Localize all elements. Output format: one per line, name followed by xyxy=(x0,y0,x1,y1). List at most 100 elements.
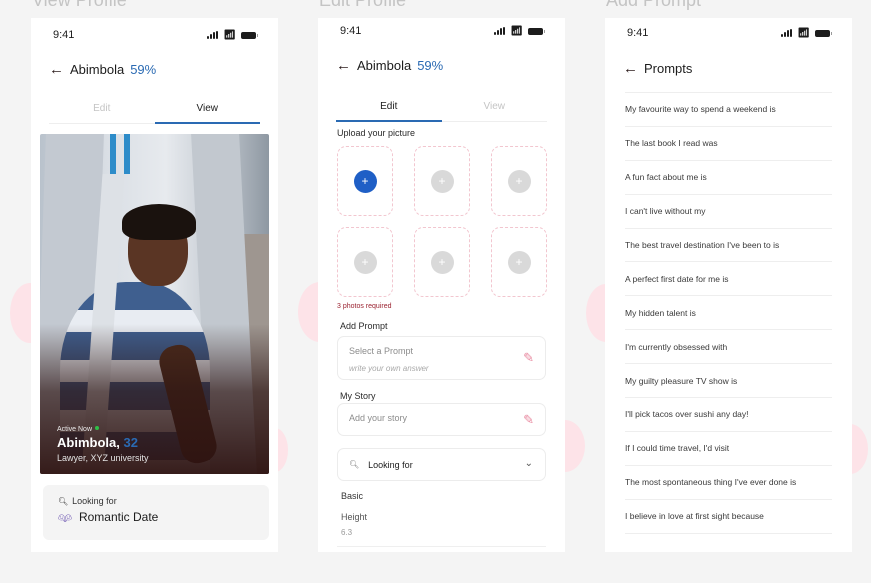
divider xyxy=(337,546,546,547)
tab-view[interactable]: View xyxy=(442,96,548,121)
photo-slot[interactable]: + xyxy=(414,146,470,216)
prompt-list-item[interactable]: I'm currently obsessed with xyxy=(625,330,832,365)
height-value[interactable]: 6.3 xyxy=(341,528,352,537)
edit-icon[interactable]: ✎ xyxy=(523,350,534,366)
prompt-placeholder: Select a Prompt xyxy=(349,346,414,356)
signal-icon xyxy=(781,29,793,37)
status-bar: 9:41 📶︎ xyxy=(53,28,258,42)
prompt-list-item[interactable]: A perfect first date for me is xyxy=(625,262,832,297)
status-time: 9:41 xyxy=(53,29,75,41)
wifi-icon: 📶︎ xyxy=(510,25,523,37)
signal-icon xyxy=(207,31,219,39)
search-icon: 🔍︎ xyxy=(58,496,69,506)
age: 32 xyxy=(123,435,138,450)
profile-completion: 59% xyxy=(130,62,157,77)
height-label: Height xyxy=(341,512,368,522)
add-photo-button[interactable]: + xyxy=(430,250,454,274)
tab-edit[interactable]: Edit xyxy=(49,98,155,123)
add-photo-button[interactable]: + xyxy=(353,250,377,274)
answer-placeholder: write your own answer xyxy=(349,364,429,373)
photo-slot[interactable]: + xyxy=(337,227,393,297)
online-indicator-icon xyxy=(95,425,100,430)
search-icon: 🔍︎ xyxy=(349,460,360,469)
wifi-icon: 📶︎ xyxy=(797,27,810,39)
prompt-list-item[interactable]: My hidden talent is xyxy=(625,296,832,331)
prompt-field[interactable]: Select a Prompt write your own answer ✎ xyxy=(337,336,546,380)
tab-edit[interactable]: Edit xyxy=(336,96,442,122)
view-profile-screen: 9:41 📶︎ ← Abimbola 59% Edit View Active … xyxy=(31,18,278,552)
upload-picture-label: Upload your picture xyxy=(337,128,416,138)
status-bar: 9:41 📶︎ xyxy=(340,24,545,38)
photo-slot[interactable]: + xyxy=(414,227,470,297)
profile-name: Abimbola xyxy=(70,62,125,77)
status-bar: 9:41 📶︎ xyxy=(627,26,832,40)
chevron-down-icon: ⌄ xyxy=(524,458,533,469)
prompt-list-item[interactable]: If I could time travel, I'd visit xyxy=(625,432,832,466)
profile-tabs: Edit View xyxy=(336,96,547,122)
looking-for-placeholder: Looking for xyxy=(368,459,413,470)
add-photo-button[interactable]: + xyxy=(430,169,454,193)
prompt-list-item[interactable]: The best travel destination I've been to… xyxy=(625,229,832,263)
back-arrow-icon[interactable]: ← xyxy=(623,61,638,76)
profile-header: ← Abimbola 59% xyxy=(49,62,156,77)
battery-icon xyxy=(528,27,545,35)
profile-header: ← Abimbola 59% xyxy=(336,58,443,73)
add-prompt-label: Add Prompt xyxy=(340,321,388,331)
battery-icon xyxy=(241,31,258,39)
frame-title-add-prompt: Add Prompt xyxy=(606,0,702,10)
display-name: Abimbola, xyxy=(57,435,120,450)
prompt-list-item[interactable]: My guilty pleasure TV show is xyxy=(625,364,832,399)
prompt-list-item[interactable]: I'll pick tacos over sushi any day! xyxy=(625,398,832,432)
name-age: Abimbola, 32 xyxy=(57,435,149,450)
prompt-list-item[interactable]: The last book I read was xyxy=(625,127,832,161)
add-photo-button[interactable]: + xyxy=(353,169,377,193)
status-time: 9:41 xyxy=(627,27,649,39)
prompt-list-item[interactable]: A fun fact about me is xyxy=(625,161,832,195)
profile-completion: 59% xyxy=(417,58,444,73)
tab-view[interactable]: View xyxy=(154,98,261,124)
prompts-title: Prompts xyxy=(644,61,693,76)
profile-tabs: Edit View xyxy=(49,98,260,124)
story-field[interactable]: Add your story ✎ xyxy=(337,403,546,436)
photos-required-warning: 3 photos required xyxy=(337,303,392,310)
prompt-list-item[interactable]: I believe in love at first sight because xyxy=(625,500,832,534)
prompt-list-item[interactable]: The most spontaneous thing I've ever don… xyxy=(625,466,832,500)
looking-for-select[interactable]: 🔍︎ Looking for ⌄ xyxy=(337,448,546,481)
prompt-list-item[interactable]: I can't live without my xyxy=(625,195,832,229)
prompts-header: ← Prompts xyxy=(623,61,692,76)
wifi-icon: 📶︎ xyxy=(223,29,236,41)
active-status-label: Active Now xyxy=(57,426,93,433)
add-photo-button[interactable]: + xyxy=(507,250,531,274)
battery-icon xyxy=(815,29,832,37)
frame-title-edit-profile: Edit Profile xyxy=(319,0,407,10)
photo-rope xyxy=(124,134,130,174)
prompt-list-item[interactable]: My favourite way to spend a weekend is xyxy=(625,93,832,127)
photo-slot[interactable]: + xyxy=(491,146,547,216)
story-placeholder: Add your story xyxy=(349,413,408,423)
add-prompt-screen: 9:41 📶︎ ← Prompts My favourite way to sp… xyxy=(605,18,852,552)
photo-slot[interactable]: + xyxy=(337,146,393,216)
signal-icon xyxy=(494,27,506,35)
basic-section-label: Basic xyxy=(341,491,364,501)
edit-profile-screen: 9:41 📶︎ ← Abimbola 59% Edit View Upload … xyxy=(318,18,565,552)
photo-info: Active Now Abimbola, 32 Lawyer, XYZ univ… xyxy=(57,425,149,463)
photo-upload-grid: + + + + + + xyxy=(337,146,547,297)
photo-slot[interactable]: + xyxy=(491,227,547,297)
photo-subject-hair xyxy=(122,204,196,240)
active-status: Active Now xyxy=(57,425,149,433)
frame-title-view-profile: View Profile xyxy=(32,0,127,10)
back-arrow-icon[interactable]: ← xyxy=(49,62,64,77)
prompt-list: My favourite way to spend a weekend is T… xyxy=(625,92,832,534)
back-arrow-icon[interactable]: ← xyxy=(336,58,351,73)
profile-photo[interactable]: Active Now Abimbola, 32 Lawyer, XYZ univ… xyxy=(40,134,269,474)
edit-icon[interactable]: ✎ xyxy=(523,412,534,428)
looking-for-value: Romantic Date xyxy=(78,510,159,524)
profile-name: Abimbola xyxy=(357,58,412,73)
looking-for-label: Looking for xyxy=(72,496,117,506)
looking-for-card: 🔍︎ Looking for 👫︎ Romantic Date xyxy=(43,485,269,540)
my-story-label: My Story xyxy=(340,391,376,401)
status-time: 9:41 xyxy=(340,25,362,37)
add-photo-button[interactable]: + xyxy=(507,169,531,193)
occupation: Lawyer, XYZ university xyxy=(57,453,149,463)
couple-icon: 👫︎ xyxy=(58,511,72,524)
